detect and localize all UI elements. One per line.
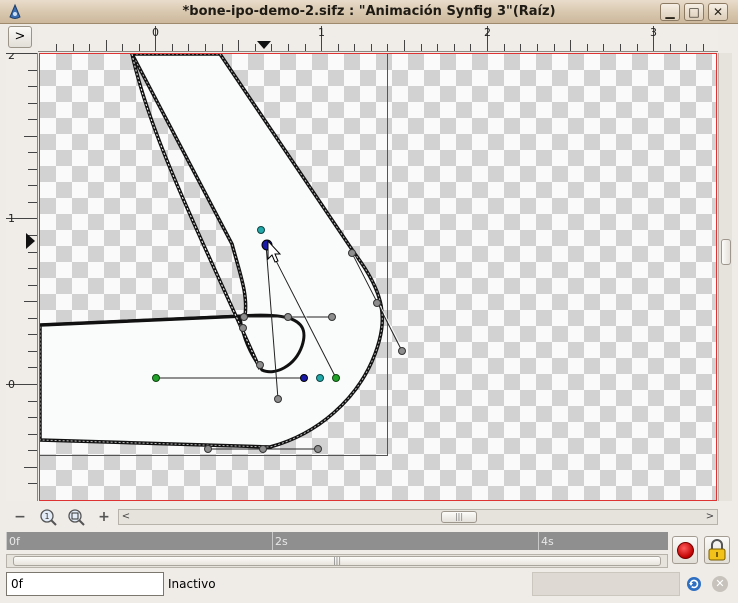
bone-origin-handle-green <box>152 374 160 382</box>
hruler-label-3: 3 <box>650 26 657 39</box>
lock-icon <box>708 539 726 561</box>
status-text: Inactivo <box>168 577 216 591</box>
render-progress-bar <box>532 572 680 596</box>
time-marker-4s <box>538 532 539 550</box>
ruler-toggle-button[interactable]: > <box>8 26 32 48</box>
vruler-label-0: 0 <box>8 378 15 391</box>
svg-text:1: 1 <box>44 512 49 521</box>
time-label-4s: 4s <box>541 535 554 548</box>
canvas-vertical-scrollbar[interactable] <box>718 53 732 501</box>
scroll-right-arrow[interactable]: > <box>703 510 717 524</box>
maximize-button[interactable]: □ <box>684 3 704 21</box>
time-scrollbar[interactable]: ||| <box>6 554 668 568</box>
horizontal-scroll-thumb[interactable]: ||| <box>441 511 477 523</box>
hruler-label-1: 1 <box>318 26 325 39</box>
zoom-in-icon[interactable]: 1 <box>38 508 58 526</box>
zoom-fit-icon[interactable] <box>66 508 86 526</box>
bone-width-handle-cyan <box>316 374 324 382</box>
zoom-out-button[interactable]: − <box>10 508 30 526</box>
refresh-icon[interactable] <box>686 576 702 592</box>
time-label-0f: 0f <box>9 535 20 548</box>
ruler-position-marker <box>257 41 271 49</box>
close-button[interactable]: ✕ <box>708 3 728 21</box>
horizontal-ruler-ticks <box>56 26 704 51</box>
vertical-ruler: 2 1 0 <box>6 53 38 501</box>
canvas-horizontal-scrollbar[interactable]: < ||| > <box>118 509 718 525</box>
current-time-field[interactable]: 0f <box>6 572 164 596</box>
vertical-ruler-ticks <box>6 53 37 484</box>
bone-angle-handle-blue <box>300 374 308 382</box>
vruler-label-1: 1 <box>8 212 15 225</box>
window-title: *bone-ipo-demo-2.sifz : "Animación Synfi… <box>182 4 556 19</box>
horizontal-ruler: 0 1 2 3 <box>38 26 718 52</box>
animation-mode-button[interactable] <box>672 536 698 564</box>
time-label-2s: 2s <box>275 535 288 548</box>
keyframe-lock-button[interactable] <box>704 536 730 564</box>
synfig-window: *bone-ipo-demo-2.sifz : "Animación Synfi… <box>0 0 738 603</box>
title-bar: *bone-ipo-demo-2.sifz : "Animación Synfi… <box>0 0 738 24</box>
vruler-label-2: 2 <box>8 53 15 62</box>
time-marker-2s <box>272 532 273 550</box>
scroll-left-arrow[interactable]: < <box>119 510 133 524</box>
timebar[interactable]: 0f 2s 4s <box>6 532 668 550</box>
vertical-scroll-thumb[interactable] <box>721 239 731 265</box>
stop-render-button[interactable]: ✕ <box>712 576 728 592</box>
time-marker-0f <box>6 532 7 550</box>
minimize-button[interactable]: ▁ <box>660 3 680 21</box>
work-area-canvas[interactable] <box>39 53 717 501</box>
selected-width-handle-cyan <box>257 226 265 234</box>
add-guide-button[interactable]: + <box>94 508 114 526</box>
bone-tip-handle-green <box>332 374 340 382</box>
upper-limb-shape <box>40 54 385 449</box>
hruler-label-2: 2 <box>484 26 491 39</box>
time-scroll-thumb[interactable]: ||| <box>13 556 661 566</box>
hruler-label-0: 0 <box>152 26 159 39</box>
record-icon <box>677 542 694 559</box>
canvas-artwork[interactable] <box>40 54 717 501</box>
